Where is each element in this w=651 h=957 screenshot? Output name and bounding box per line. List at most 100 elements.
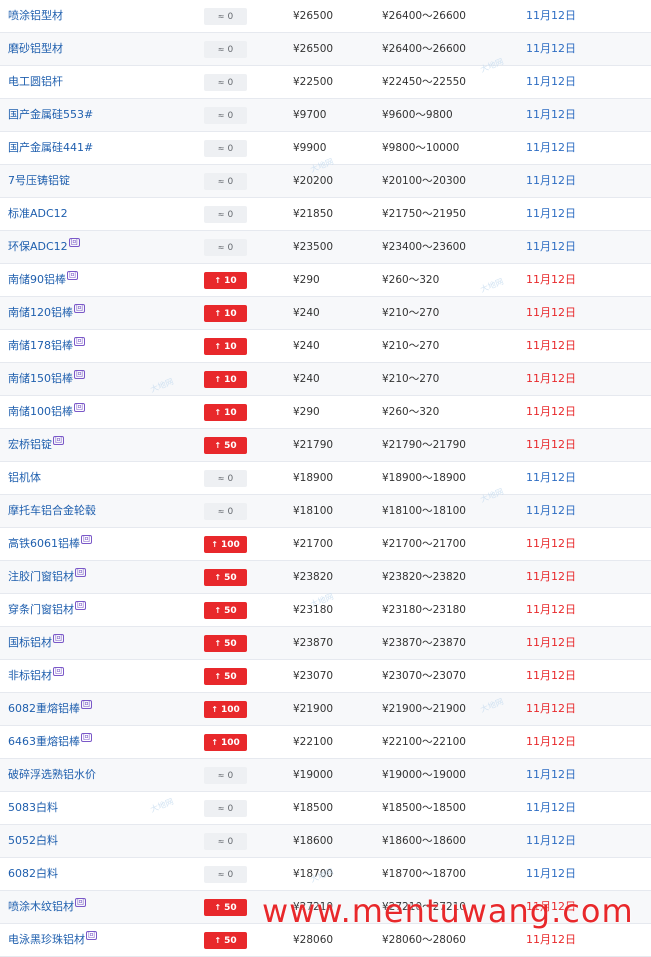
price-date: 11月12日 bbox=[526, 273, 576, 286]
table-row: 电工圆铝杆 ≈0 ¥22500 ¥22450～22550 11月12日 bbox=[0, 66, 651, 99]
product-name-link[interactable]: 铝机体 bbox=[8, 462, 41, 494]
change-value: 50 bbox=[224, 573, 237, 583]
product-name-link[interactable]: 注胶门窗铝材回 bbox=[8, 561, 86, 593]
table-row: 高铁6061铝棒回 ↑ 100 ¥21700 ¥21700～21700 11月12… bbox=[0, 528, 651, 561]
product-name: 高铁6061铝棒 bbox=[8, 537, 80, 550]
product-name-link[interactable]: 标准ADC12 bbox=[8, 198, 68, 230]
price-range: ¥260～320 bbox=[382, 406, 440, 418]
price-date: 11月12日 bbox=[526, 372, 576, 385]
product-name-link[interactable]: 磨砂铝型材 bbox=[8, 33, 63, 65]
price-range: ¥18600～18600 bbox=[382, 835, 466, 847]
price-date: 11月12日 bbox=[526, 42, 576, 55]
change-badge: ≈0 bbox=[204, 239, 247, 256]
product-name-link[interactable]: 5052白料 bbox=[8, 825, 58, 857]
product-name-link[interactable]: 国标铝材回 bbox=[8, 627, 64, 659]
product-name-link[interactable]: 5083白料 bbox=[8, 792, 58, 824]
arrow-up-icon: ↑ bbox=[211, 705, 218, 714]
approx-icon: ≈ bbox=[217, 837, 225, 846]
product-name-link[interactable]: 国产金属硅553# bbox=[8, 99, 93, 131]
product-name-link[interactable]: 摩托车铝合金轮毂 bbox=[8, 495, 96, 527]
product-name-link[interactable]: 南储178铝棒回 bbox=[8, 330, 85, 362]
price-date: 11月12日 bbox=[526, 867, 576, 880]
arrow-up-icon: ↑ bbox=[214, 573, 222, 582]
change-badge: ↑ 10 bbox=[204, 404, 247, 421]
product-name-link[interactable]: 电泳黑珍珠铝材回 bbox=[8, 924, 97, 956]
product-name-link[interactable]: 南储90铝棒回 bbox=[8, 264, 78, 296]
price-date: 11月12日 bbox=[526, 75, 576, 88]
change-value: 0 bbox=[227, 45, 234, 55]
table-row: 宏桥铝锭回 ↑ 50 ¥21790 ¥21790～21790 11月12日 bbox=[0, 429, 651, 462]
product-name: 电泳黑珍珠铝材 bbox=[8, 933, 85, 946]
product-name: 国产金属硅441# bbox=[8, 141, 94, 154]
report-badge-icon: 回 bbox=[74, 370, 85, 379]
product-name-link[interactable]: 6082白料 bbox=[8, 858, 58, 890]
table-row: 6082重熔铝棒回 ↑ 100 ¥21900 ¥21900～21900 11月12… bbox=[0, 693, 651, 726]
table-row: 磨砂铝型材 ≈0 ¥26500 ¥26400～26600 11月12日 bbox=[0, 33, 651, 66]
table-row: 非标铝材回 ↑ 50 ¥23070 ¥23070～23070 11月12日 bbox=[0, 660, 651, 693]
product-name-link[interactable]: 喷涂木纹铝材回 bbox=[8, 891, 86, 923]
report-badge-icon: 回 bbox=[81, 733, 92, 742]
price-date: 11月12日 bbox=[526, 141, 576, 154]
price-date: 11月12日 bbox=[526, 339, 576, 352]
price-date: 11月12日 bbox=[526, 537, 576, 550]
change-badge: ≈0 bbox=[204, 74, 247, 91]
product-name-link[interactable]: 6082重熔铝棒回 bbox=[8, 693, 92, 725]
change-badge: ≈0 bbox=[204, 800, 247, 817]
arrow-up-icon: ↑ bbox=[214, 903, 222, 912]
product-name-link[interactable]: 喷涂铝型材 bbox=[8, 0, 63, 32]
change-badge: ↑ 50 bbox=[204, 437, 247, 454]
product-name-link[interactable]: 6463重熔铝棒回 bbox=[8, 726, 92, 758]
report-badge-icon: 回 bbox=[86, 931, 97, 940]
product-name: 电工圆铝杆 bbox=[8, 75, 63, 88]
product-name-link[interactable]: 穿条门窗铝材回 bbox=[8, 594, 86, 626]
approx-icon: ≈ bbox=[217, 210, 225, 219]
price-range: ¥26400～26600 bbox=[382, 10, 466, 22]
product-name-link[interactable]: 高铁6061铝棒回 bbox=[8, 528, 92, 560]
price-range: ¥21900～21900 bbox=[382, 703, 466, 715]
product-name-link[interactable]: 破碎浮选熟铝水价 bbox=[8, 759, 96, 791]
change-badge: ↑ 50 bbox=[204, 899, 247, 916]
change-badge: ≈0 bbox=[204, 767, 247, 784]
price-range: ¥18900～18900 bbox=[382, 472, 466, 484]
table-row: 5052白料 ≈0 ¥18600 ¥18600～18600 11月12日 bbox=[0, 825, 651, 858]
change-badge: ↑ 100 bbox=[204, 734, 247, 751]
product-name: 破碎浮选熟铝水价 bbox=[8, 768, 96, 781]
product-name: 标准ADC12 bbox=[8, 207, 68, 220]
change-value: 0 bbox=[227, 78, 234, 88]
arrow-up-icon: ↑ bbox=[214, 309, 222, 318]
avg-price: ¥18100 bbox=[293, 505, 334, 517]
table-row: 5083白料 ≈0 ¥18500 ¥18500～18500 11月12日 bbox=[0, 792, 651, 825]
approx-icon: ≈ bbox=[217, 144, 225, 153]
arrow-up-icon: ↑ bbox=[214, 936, 222, 945]
product-name-link[interactable]: 7号压铸铝锭 bbox=[8, 165, 70, 197]
product-name: 铝机体 bbox=[8, 471, 41, 484]
price-range: ¥18700～18700 bbox=[382, 868, 466, 880]
product-name-link[interactable]: 南储100铝棒回 bbox=[8, 396, 85, 428]
price-date: 11月12日 bbox=[526, 9, 576, 22]
change-value: 10 bbox=[224, 309, 237, 319]
price-range: ¥22450～22550 bbox=[382, 76, 466, 88]
change-badge: ↑ 10 bbox=[204, 371, 247, 388]
product-name-link[interactable]: 非标铝材回 bbox=[8, 660, 64, 692]
price-range: ¥23400～23600 bbox=[382, 241, 466, 253]
report-badge-icon: 回 bbox=[53, 667, 64, 676]
product-name-link[interactable]: 南储120铝棒回 bbox=[8, 297, 85, 329]
table-row: 喷涂铝型材 ≈0 ¥26500 ¥26400～26600 11月12日 bbox=[0, 0, 651, 33]
table-row: 南储150铝棒回 ↑ 10 ¥240 ¥210～270 11月12日 bbox=[0, 363, 651, 396]
price-table: 喷涂铝型材 ≈0 ¥26500 ¥26400～26600 11月12日 磨砂铝型… bbox=[0, 0, 651, 957]
change-badge: ↑ 10 bbox=[204, 305, 247, 322]
product-name: 6463重熔铝棒 bbox=[8, 735, 80, 748]
product-name: 5052白料 bbox=[8, 834, 58, 847]
product-name-link[interactable]: 电工圆铝杆 bbox=[8, 66, 63, 98]
avg-price: ¥18500 bbox=[293, 802, 334, 814]
table-row: 国产金属硅553# ≈0 ¥9700 ¥9600～9800 11月12日 bbox=[0, 99, 651, 132]
product-name-link[interactable]: 南储150铝棒回 bbox=[8, 363, 85, 395]
price-date: 11月12日 bbox=[526, 669, 576, 682]
product-name-link[interactable]: 环保ADC12 回 bbox=[8, 231, 80, 263]
price-range: ¥22100～22100 bbox=[382, 736, 466, 748]
product-name-link[interactable]: 国产金属硅441# bbox=[8, 132, 93, 164]
avg-price: ¥21790 bbox=[293, 439, 334, 451]
product-name-link[interactable]: 宏桥铝锭回 bbox=[8, 429, 64, 461]
approx-icon: ≈ bbox=[217, 507, 225, 516]
change-value: 50 bbox=[224, 606, 237, 616]
